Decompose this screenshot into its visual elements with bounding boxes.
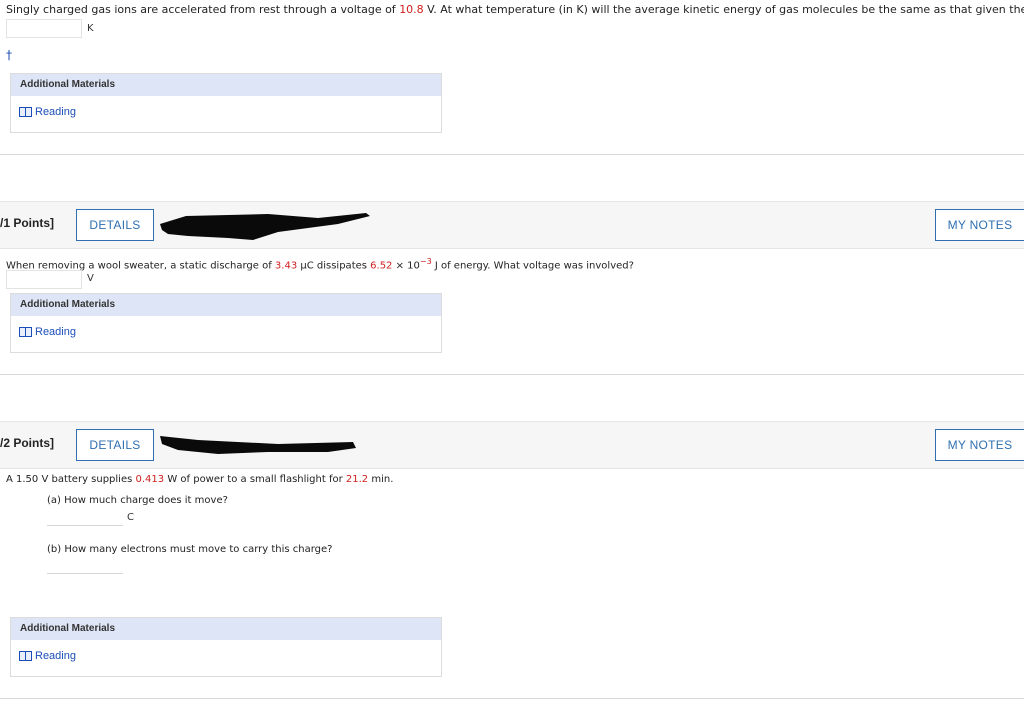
question-1-header: /1 Points] DETAILS MY NOTES [0,201,1024,249]
question-1-points: /1 Points] [0,216,55,230]
question-2-part-a: (a) How much charge does it move? [47,495,228,506]
question-1-exponent: −3 [419,257,432,266]
question-2-part-b: (b) How many electrons must move to carr… [47,544,333,555]
reading-link[interactable]: Reading [19,326,76,338]
question-2-power-value: 0.413 [135,474,165,485]
additional-materials-panel-2: Additional Materials Reading [10,617,442,677]
section-divider [0,154,1024,155]
question-1-energy-value: 6.52 [370,260,393,272]
question-2-text-3: min. [368,474,394,485]
reading-link-label: Reading [35,106,76,118]
section-divider [0,698,1024,699]
question-0-text: Singly charged gas ions are accelerated … [6,3,1024,16]
question-0-text-before: Singly charged gas ions are accelerated … [6,3,400,16]
reading-link-label: Reading [35,650,76,662]
question-2-time-value: 21.2 [345,474,369,485]
question-2-text: A 1.50 V battery supplies 0.413 W of pow… [6,474,393,485]
additional-materials-title: Additional Materials [11,74,441,96]
my-notes-button[interactable]: MY NOTES [935,429,1024,461]
question-2-points: /2 Points] [0,436,55,450]
question-2-part-a-input[interactable] [47,525,123,526]
question-1-charge-value: 3.43 [274,260,298,272]
reading-link-label: Reading [35,326,76,338]
question-0-text-after: V. At what temperature (in K) will the a… [423,3,1024,16]
question-0-voltage-value: 10.8 [399,3,424,16]
my-notes-button[interactable]: MY NOTES [935,209,1024,241]
additional-materials-title: Additional Materials [11,294,441,316]
question-0-unit: K [87,23,94,34]
question-2-part-a-unit: C [127,512,134,523]
additional-materials-panel-1: Additional Materials Reading [10,293,442,353]
details-button[interactable]: DETAILS [76,209,154,241]
additional-materials-panel-0: Additional Materials Reading [10,73,442,133]
redaction-mark [160,213,370,240]
reading-link[interactable]: Reading [19,106,76,118]
question-2-text-1: A 1.50 V battery supplies [6,474,136,485]
book-icon [19,651,32,661]
question-2-header: /2 Points] DETAILS MY NOTES [0,421,1024,469]
question-1-answer-input[interactable] [6,270,82,289]
details-button[interactable]: DETAILS [76,429,154,461]
question-1-text: When removing a wool sweater, a static d… [6,257,634,271]
book-icon [19,107,32,117]
question-0-answer-input[interactable] [6,19,82,38]
question-2-text-2: W of power to a small flashlight for [164,474,346,485]
question-1-unit: V [87,273,94,284]
reading-link[interactable]: Reading [19,650,76,662]
redaction-mark [160,436,356,454]
question-1-text-2: μC dissipates [297,260,371,272]
additional-materials-title: Additional Materials [11,618,441,640]
question-1-text-3: J of energy. What voltage was involved? [431,260,634,272]
question-2-part-b-input[interactable] [47,573,123,574]
question-1-times: × 10 [392,260,420,272]
book-icon [19,327,32,337]
section-divider [0,374,1024,375]
dagger-mark: † [6,48,12,62]
